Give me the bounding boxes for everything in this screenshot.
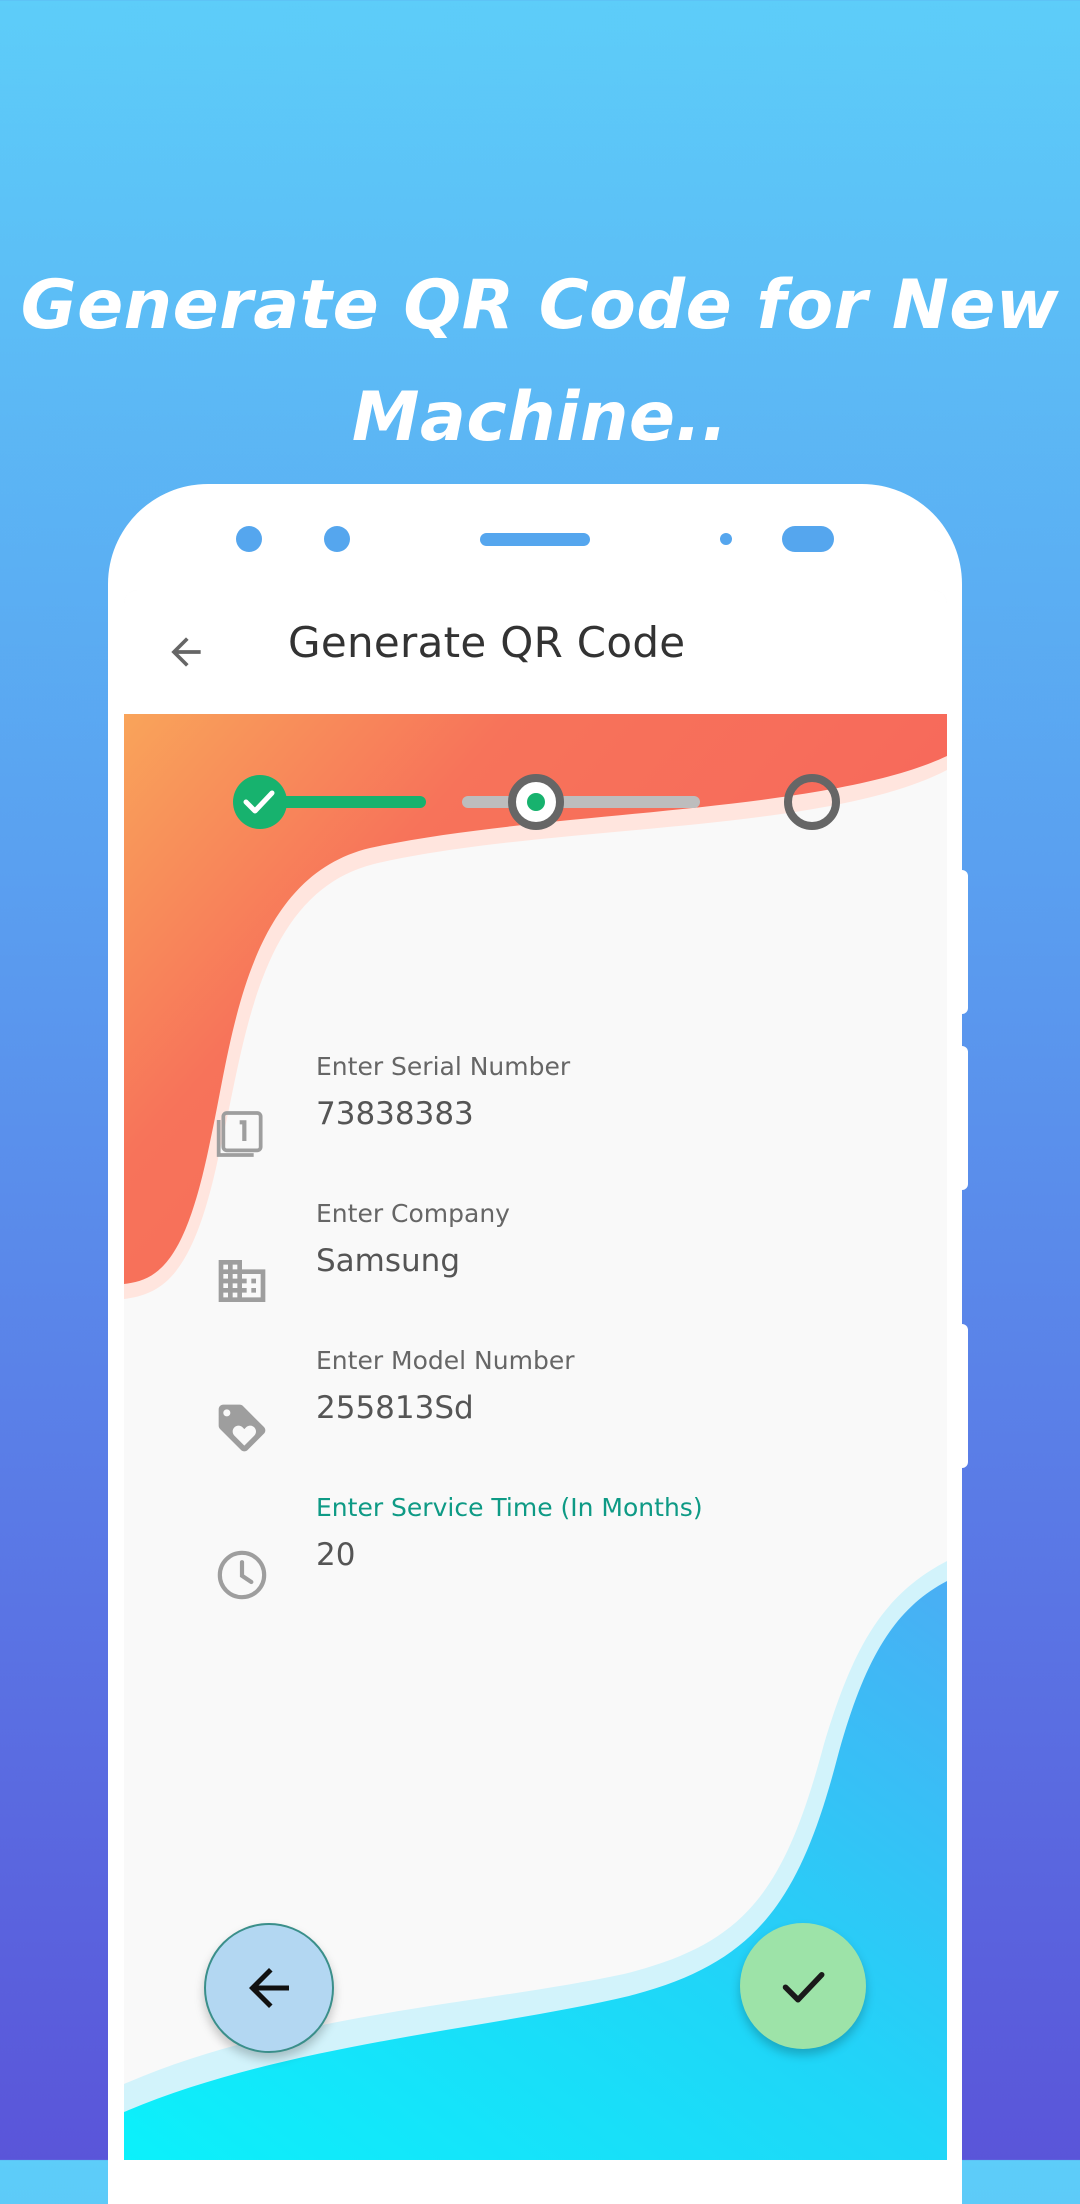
serial-number-icon <box>216 1111 263 1157</box>
step-3-pending <box>784 774 840 830</box>
company-input[interactable]: Samsung <box>316 1243 460 1279</box>
serial-number-input[interactable]: 73838383 <box>316 1096 474 1132</box>
tag-heart-icon <box>218 1404 266 1452</box>
clock-icon <box>217 1550 267 1600</box>
side-button-middle <box>958 1046 968 1190</box>
step-1-completed <box>233 775 287 829</box>
service-time-input[interactable]: 20 <box>316 1537 355 1573</box>
side-button-top <box>958 870 968 1014</box>
company-label: Enter Company <box>316 1199 510 1228</box>
step-2-current <box>508 774 564 830</box>
promo-headline: Generate QR Code for New Machine.. <box>0 250 1080 474</box>
previous-step-button[interactable] <box>204 1923 334 2053</box>
sensor-dot <box>720 533 732 545</box>
back-arrow-icon[interactable] <box>164 630 208 674</box>
speaker-bar <box>480 533 590 546</box>
submit-button[interactable] <box>740 1923 866 2049</box>
app-bar: Generate QR Code <box>124 590 947 714</box>
company-building-icon <box>218 1260 266 1302</box>
promo-headline-line1: Generate QR Code for New <box>20 266 1060 345</box>
service-time-field[interactable]: Enter Service Time (In Months) 20 <box>124 1493 947 1613</box>
company-field[interactable]: Enter Company Samsung <box>124 1199 947 1319</box>
camera-dot-left <box>236 526 262 552</box>
page-title: Generate QR Code <box>288 618 686 667</box>
camera-dot-right <box>324 526 350 552</box>
check-icon <box>782 1972 825 2003</box>
progress-stepper <box>233 774 840 830</box>
app-screen: Generate QR Code Enter Serial Number 738… <box>124 590 947 2160</box>
model-number-field[interactable]: Enter Model Number 255813Sd <box>124 1346 947 1466</box>
sensor-pill <box>782 526 834 552</box>
service-time-label: Enter Service Time (In Months) <box>316 1493 703 1522</box>
side-button-bottom <box>958 1324 968 1468</box>
model-number-label: Enter Model Number <box>316 1346 575 1375</box>
promo-headline-line2: Machine.. <box>351 378 729 457</box>
serial-number-label: Enter Serial Number <box>316 1052 571 1081</box>
arrow-left-icon <box>249 1968 289 2008</box>
serial-number-field[interactable]: Enter Serial Number 73838383 <box>124 1052 947 1172</box>
model-number-input[interactable]: 255813Sd <box>316 1390 474 1426</box>
